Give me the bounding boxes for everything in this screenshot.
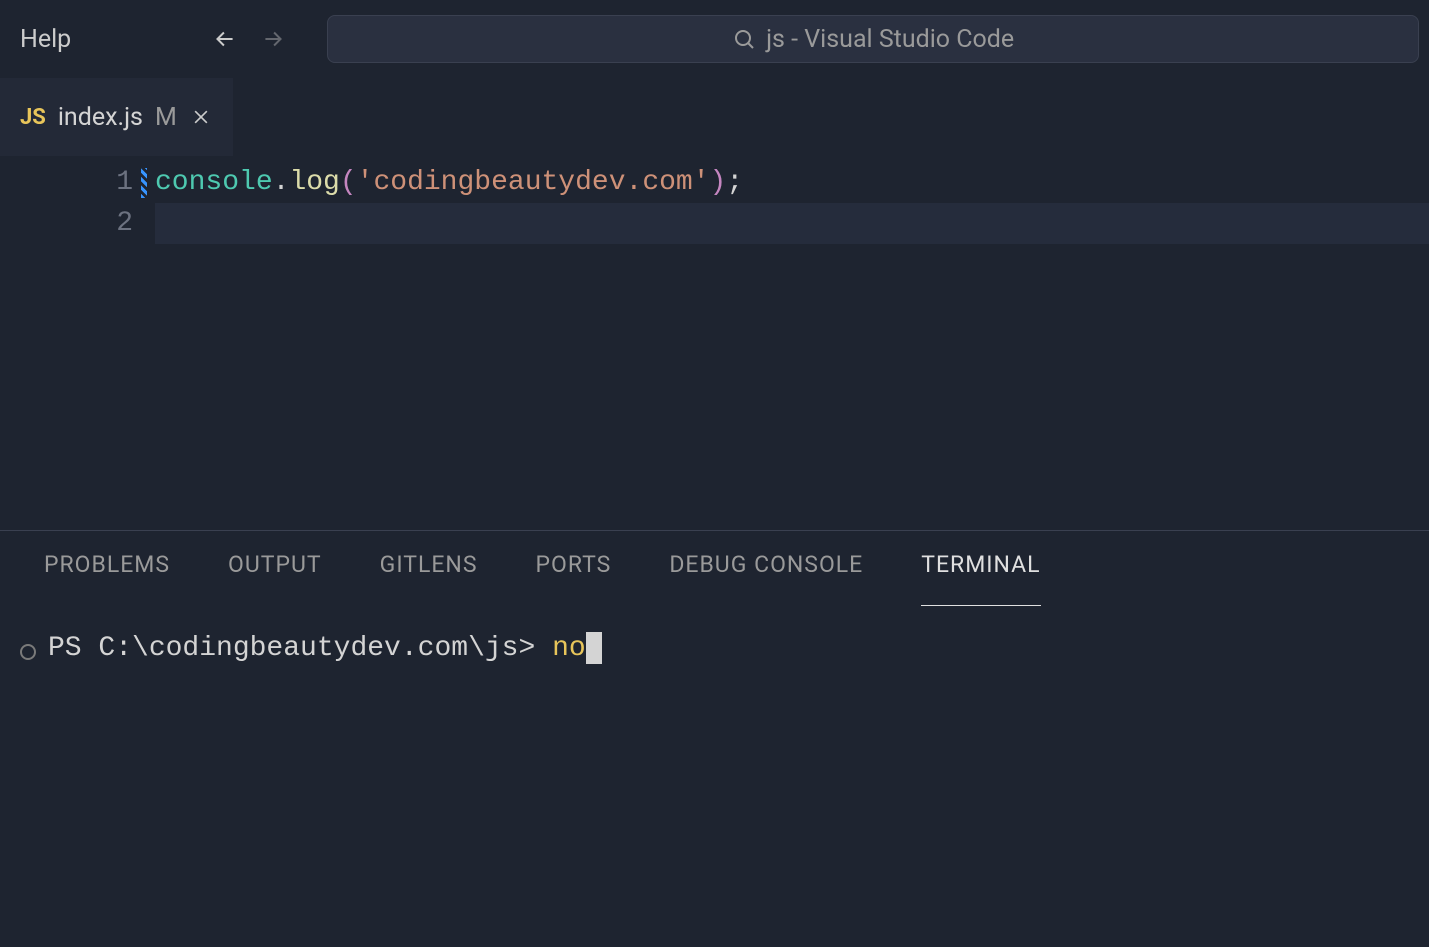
terminal-prompt: PS C:\codingbeautydev.com\js> bbox=[48, 633, 552, 664]
tab-bar: JS index.js M bbox=[0, 78, 1429, 156]
close-tab-button[interactable] bbox=[189, 105, 213, 129]
search-icon bbox=[732, 27, 756, 51]
modified-line-marker bbox=[141, 168, 147, 198]
editor-area[interactable]: 1 2 console.log('codingbeautydev.com'); bbox=[0, 156, 1429, 530]
title-bar: Help js - Visual Studio Code bbox=[0, 0, 1429, 78]
close-icon bbox=[191, 107, 211, 127]
token-object: console bbox=[155, 167, 273, 198]
tab-modified-badge: M bbox=[155, 103, 177, 132]
token-string: 'codingbeautydev.com' bbox=[357, 167, 710, 198]
token-semi: ; bbox=[726, 167, 743, 198]
code-line-2[interactable] bbox=[155, 203, 1429, 244]
nav-arrows bbox=[211, 25, 287, 53]
line-number: 1 bbox=[93, 167, 133, 198]
editor-tab-indexjs[interactable]: JS index.js M bbox=[0, 78, 233, 156]
terminal-command-input: no bbox=[552, 633, 586, 664]
terminal-body[interactable]: PS C:\codingbeautydev.com\js> no bbox=[0, 606, 1429, 690]
panel-tab-bar: PROBLEMS OUTPUT GITLENS PORTS DEBUG CONS… bbox=[0, 531, 1429, 606]
token-method: log bbox=[289, 167, 339, 198]
token-dot: . bbox=[273, 167, 290, 198]
panel-tab-output[interactable]: OUTPUT bbox=[228, 551, 322, 606]
help-menu[interactable]: Help bbox=[10, 19, 81, 60]
javascript-file-icon: JS bbox=[20, 105, 46, 130]
panel-tab-debug-console[interactable]: DEBUG CONSOLE bbox=[669, 551, 863, 606]
token-paren: ( bbox=[340, 167, 357, 198]
panel-tab-gitlens[interactable]: GITLENS bbox=[380, 551, 478, 606]
panel-tab-ports[interactable]: PORTS bbox=[536, 551, 612, 606]
tab-filename: index.js bbox=[58, 103, 143, 132]
line-number: 2 bbox=[93, 208, 133, 239]
panel-tab-problems[interactable]: PROBLEMS bbox=[44, 551, 170, 606]
line-gutter: 1 2 bbox=[0, 156, 155, 530]
terminal-line[interactable]: PS C:\codingbeautydev.com\js> no bbox=[48, 632, 602, 664]
search-text: js - Visual Studio Code bbox=[766, 25, 1014, 54]
command-center-search[interactable]: js - Visual Studio Code bbox=[327, 15, 1419, 63]
line-row-1: 1 bbox=[0, 162, 155, 203]
terminal-task-icon bbox=[20, 644, 36, 660]
panel-tab-terminal[interactable]: TERMINAL bbox=[921, 551, 1040, 606]
nav-forward-icon[interactable] bbox=[259, 25, 287, 53]
code-content[interactable]: console.log('codingbeautydev.com'); bbox=[155, 156, 1429, 530]
bottom-panel: PROBLEMS OUTPUT GITLENS PORTS DEBUG CONS… bbox=[0, 530, 1429, 947]
nav-back-icon[interactable] bbox=[211, 25, 239, 53]
token-paren: ) bbox=[710, 167, 727, 198]
terminal-cursor bbox=[586, 632, 602, 664]
code-line-1[interactable]: console.log('codingbeautydev.com'); bbox=[155, 162, 1429, 203]
line-row-2: 2 bbox=[0, 203, 155, 244]
